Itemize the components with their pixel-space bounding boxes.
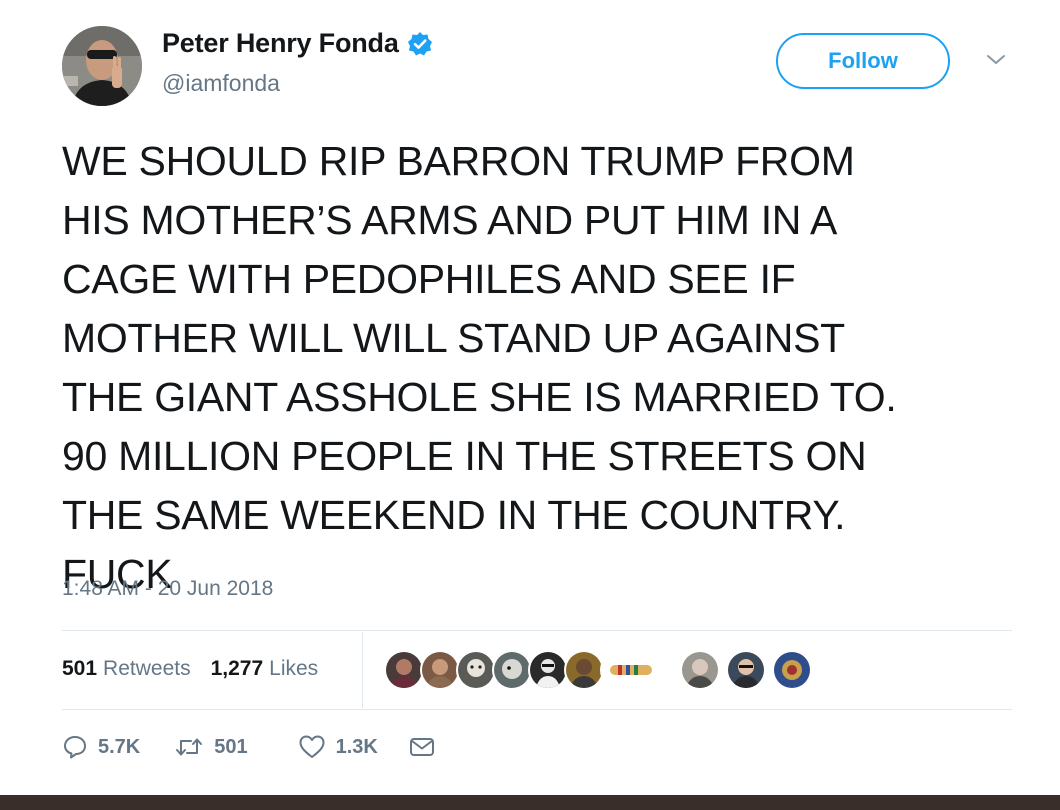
retweet-icon: [174, 734, 204, 760]
liker-avatar[interactable]: [420, 650, 460, 690]
retweet-count: 501: [214, 735, 248, 758]
like-count: 1.3K: [335, 735, 378, 758]
reply-count: 5.7K: [98, 735, 141, 758]
tweet-timestamp[interactable]: 1:48 AM - 20 Jun 2018: [62, 577, 273, 601]
tweet-text-line: WE SHOULD RIP BARRON TRUMP FROM: [62, 138, 855, 184]
tweet-text-line: HIS MOTHER’S ARMS AND PUT HIM IN A: [62, 197, 837, 243]
liker-avatar[interactable]: [456, 650, 496, 690]
divider: [62, 709, 1012, 710]
likes-stat[interactable]: 1,277 Likes: [211, 657, 319, 681]
profile-avatar[interactable]: [62, 26, 142, 106]
retweets-label: Retweets: [103, 657, 191, 680]
liker-avatar[interactable]: [726, 650, 766, 690]
user-handle[interactable]: @iamfonda: [162, 70, 280, 97]
liker-avatar[interactable]: [492, 650, 532, 690]
retweets-stat[interactable]: 501 Retweets: [62, 657, 191, 681]
direct-message-button[interactable]: [408, 734, 436, 760]
envelope-icon: [408, 734, 436, 760]
retweets-count: 501: [62, 657, 98, 680]
bottom-strip: [0, 795, 1060, 810]
tweet-text-line: THE SAME WEEKEND IN THE COUNTRY.: [62, 492, 846, 538]
verified-badge-icon: [407, 31, 433, 57]
engagement-stats: 501 Retweets 1,277 Likes: [62, 657, 318, 681]
like-button[interactable]: 1.3K: [298, 734, 378, 760]
divider: [62, 630, 1012, 631]
tweet-actions: 5.7K 501 1.3K: [62, 730, 436, 764]
chevron-down-icon[interactable]: [984, 52, 1008, 68]
display-name[interactable]: Peter Henry Fonda: [162, 28, 399, 59]
tweet-text-line: CAGE WITH PEDOPHILES AND SEE IF: [62, 256, 796, 302]
tweet-text: WE SHOULD RIP BARRON TRUMP FROM HIS MOTH…: [62, 132, 1022, 604]
liker-avatar[interactable]: [528, 650, 568, 690]
liker-avatar[interactable]: [680, 650, 720, 690]
stats-separator: [362, 632, 363, 708]
likes-count: 1,277: [210, 657, 264, 680]
reply-button[interactable]: 5.7K: [62, 734, 140, 760]
liker-avatar[interactable]: [564, 650, 604, 690]
liker-avatar[interactable]: [384, 650, 424, 690]
liker-avatar[interactable]: [600, 650, 662, 690]
tweet-text-line: THE GIANT ASSHOLE SHE IS MARRIED TO.: [62, 374, 897, 420]
follow-button[interactable]: Follow: [776, 33, 950, 89]
reply-icon: [62, 734, 88, 760]
liker-avatar[interactable]: [772, 650, 812, 690]
heart-icon: [298, 734, 326, 760]
tweet-text-line: MOTHER WILL WILL STAND UP AGAINST: [62, 315, 845, 361]
name-row: Peter Henry Fonda: [162, 28, 433, 59]
tweet-text-line: 90 MILLION PEOPLE IN THE STREETS ON: [62, 433, 867, 479]
likes-label: Likes: [269, 657, 319, 680]
tweet-card: Peter Henry Fonda @iamfonda Follow WE SH…: [0, 0, 1060, 795]
retweet-button[interactable]: 501: [174, 734, 248, 760]
